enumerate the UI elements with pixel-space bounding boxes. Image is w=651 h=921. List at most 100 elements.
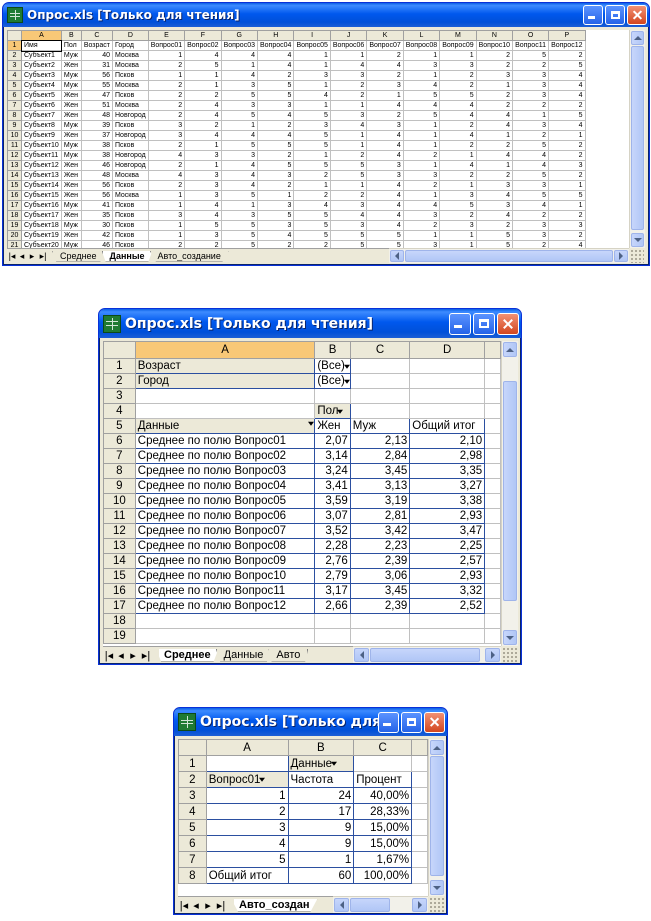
cell[interactable]: 4 — [366, 150, 404, 161]
sheet-tab[interactable]: Авто — [268, 648, 309, 662]
empty-cell[interactable] — [484, 598, 501, 614]
empty-cell[interactable] — [409, 628, 486, 644]
scroll-right-button[interactable] — [614, 250, 628, 262]
empty-cell[interactable] — [349, 613, 411, 629]
cell[interactable]: 42 — [80, 230, 114, 241]
cell[interactable]: 37 — [80, 130, 114, 141]
empty-cell[interactable] — [411, 803, 428, 820]
column-header[interactable]: O — [512, 30, 550, 41]
value-cell[interactable]: 2,10 — [409, 433, 486, 449]
cell[interactable]: 35 — [80, 210, 114, 221]
cell[interactable]: 4 — [256, 130, 295, 141]
empty-cell[interactable] — [349, 628, 411, 644]
cell[interactable]: 1 — [439, 50, 477, 61]
spreadsheet-grid[interactable]: A B C D 1 Возраст (Все) 2 Город (Все) 3 4 Пол 5 Данные… — [103, 341, 501, 646]
close-button[interactable] — [497, 312, 519, 335]
maximize-button[interactable] — [605, 5, 625, 25]
value-cell[interactable]: 3,45 — [349, 583, 411, 599]
value-cell[interactable]: 2,98 — [409, 448, 486, 464]
cell[interactable]: Жен — [60, 130, 82, 141]
value-cell[interactable]: 1,67% — [353, 851, 413, 868]
column-label[interactable]: Общий итог — [409, 418, 486, 434]
row-label[interactable]: Среднее по полю Вопрос04 — [134, 478, 316, 494]
select-all-corner[interactable] — [178, 739, 207, 756]
cell[interactable]: 1 — [147, 230, 186, 241]
cell[interactable]: 2 — [184, 120, 222, 131]
row-header[interactable]: 19 — [103, 628, 136, 644]
cell[interactable]: 2 — [475, 60, 514, 71]
horizontal-scrollbar[interactable] — [353, 646, 501, 663]
cell[interactable]: 55 — [80, 80, 114, 91]
last-sheet-icon[interactable]: ▸| — [214, 899, 228, 912]
cell[interactable]: Жен — [60, 60, 82, 71]
row-label[interactable]: Среднее по полю Вопрос07 — [134, 523, 316, 539]
column-header[interactable]: L — [402, 30, 441, 41]
cell[interactable]: 4 — [512, 150, 550, 161]
cell[interactable]: 1 — [439, 150, 477, 161]
cell[interactable]: Москва — [112, 60, 149, 71]
cell[interactable]: 1 — [512, 110, 550, 121]
header-cell[interactable]: Вопрос02 — [184, 40, 222, 51]
cell[interactable]: Жен — [60, 90, 82, 101]
cell[interactable]: 3 — [512, 90, 550, 101]
cell[interactable]: Муж — [60, 150, 82, 161]
first-sheet-icon[interactable]: |◂ — [178, 899, 190, 912]
data-field-dropdown-icon[interactable] — [333, 762, 336, 765]
value-cell[interactable]: 2,52 — [409, 598, 486, 614]
cell[interactable]: 2 — [147, 110, 186, 121]
resize-grip[interactable] — [630, 249, 644, 263]
cell[interactable]: Субъект17 — [21, 210, 62, 221]
column-header[interactable]: C — [349, 341, 411, 359]
cell[interactable]: 4 — [220, 180, 259, 191]
empty-cell[interactable] — [484, 478, 501, 494]
cell[interactable]: 2 — [512, 240, 550, 248]
cell[interactable]: 3 — [256, 200, 295, 211]
cell[interactable]: Муж — [60, 70, 82, 81]
cell[interactable]: 5 — [220, 110, 259, 121]
column-header[interactable]: A — [21, 30, 62, 41]
cell[interactable]: 5 — [256, 160, 295, 171]
header-cell[interactable]: Вопрос05 — [293, 40, 331, 51]
value-cell[interactable]: 2,23 — [349, 538, 411, 554]
cell[interactable]: 5 — [329, 170, 368, 181]
title-bar[interactable]: Опрос.xls [Только для чтения] — [3, 3, 649, 27]
value-cell[interactable]: 3,14 — [314, 448, 351, 464]
cell[interactable]: 2 — [512, 60, 550, 71]
value-cell[interactable]: 3,47 — [409, 523, 486, 539]
cell[interactable]: 3 — [439, 220, 477, 231]
value-cell[interactable]: 3,13 — [349, 478, 411, 494]
cell[interactable]: Субъект1 — [21, 50, 62, 61]
cell[interactable]: 5 — [293, 160, 331, 171]
cell[interactable]: 2 — [147, 160, 186, 171]
cell[interactable]: 4 — [147, 170, 186, 181]
cell[interactable]: 4 — [475, 190, 514, 201]
cell[interactable]: Москва — [112, 190, 149, 201]
close-button[interactable] — [424, 711, 445, 733]
cell[interactable]: 4 — [293, 90, 331, 101]
cell[interactable]: Муж — [60, 220, 82, 231]
cell[interactable]: Псков — [112, 180, 149, 191]
cell[interactable]: 3 — [402, 60, 441, 71]
empty-cell[interactable] — [409, 613, 486, 629]
cell[interactable]: 1 — [293, 150, 331, 161]
row-label[interactable]: 3 — [205, 819, 289, 836]
row-label[interactable]: Среднее по полю Вопрос01 — [134, 433, 316, 449]
row-header[interactable]: 4 — [178, 803, 207, 820]
cell[interactable]: 5 — [402, 90, 441, 101]
row-header[interactable]: 2 — [7, 50, 22, 61]
cell[interactable]: 2 — [184, 240, 222, 248]
row-header[interactable]: 6 — [178, 835, 207, 852]
maximize-button[interactable] — [473, 312, 495, 335]
cell[interactable]: 1 — [329, 130, 368, 141]
cell[interactable]: 5 — [475, 230, 514, 241]
cell[interactable]: Москва — [112, 170, 149, 181]
row-header[interactable]: 6 — [103, 433, 136, 449]
value-cell[interactable]: 40,00% — [353, 787, 413, 804]
cell[interactable]: 2 — [147, 100, 186, 111]
cell[interactable]: 3 — [329, 110, 368, 121]
row-label[interactable]: 2 — [205, 803, 289, 820]
cell[interactable]: 2 — [439, 140, 477, 151]
cell[interactable]: Жен — [60, 100, 82, 111]
row-label[interactable]: Среднее по полю Вопрос03 — [134, 463, 316, 479]
cell[interactable]: 2 — [548, 210, 586, 221]
